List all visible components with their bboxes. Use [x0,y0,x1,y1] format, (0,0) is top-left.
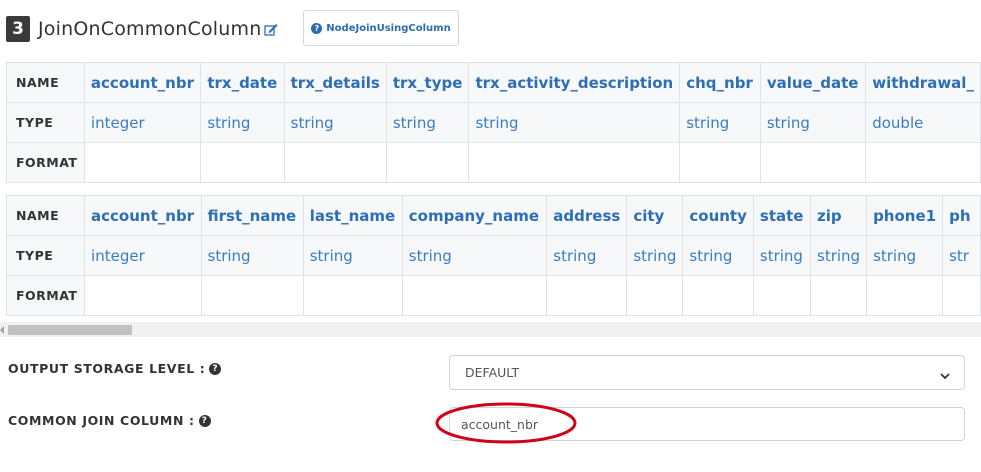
help-icon[interactable]: ? [209,362,222,375]
schema-table-right: NAME account_nbr first_name last_name compa… [6,195,981,316]
scroll-left-arrow-icon[interactable] [0,326,4,334]
column-format-cell[interactable] [83,142,202,183]
column-name-cell: value_date [759,62,867,103]
schema-table: NAME account_nbr first_name last_name compa… [6,195,981,316]
column-type-cell: string [283,102,387,143]
column-name-cell: withdrawal_ [865,62,981,103]
column-name-cell: ph [942,195,981,236]
column-type-cell: string [200,102,285,143]
name-row: NAME account_nbr first_name last_name compa… [6,195,981,236]
column-format-cell[interactable] [302,275,403,316]
column-name-cell: zip [809,195,868,236]
column-type-cell: string [866,235,944,276]
column-format-cell[interactable] [759,142,867,183]
edit-icon[interactable] [264,22,278,36]
column-format-cell[interactable] [866,275,944,316]
step-number-badge: 3 [6,16,30,42]
column-name-cell: county [682,195,754,236]
input-value: account_nbr [461,416,539,432]
column-type-cell: integer [83,102,202,143]
column-name-cell: first_name [200,195,304,236]
column-type-cell: string [679,102,761,143]
column-type-cell: string [546,235,628,276]
row-label-type: TYPE [6,235,86,276]
row-label-name: NAME [6,195,86,236]
schema-table-left: NAME account_nbr trx_date trx_details trx_t… [6,62,981,184]
name-row: NAME account_nbr trx_date trx_details trx_t… [6,62,981,103]
column-format-cell[interactable] [679,142,761,183]
column-type-cell: string [385,102,470,143]
format-row: FORMAT [6,275,981,316]
column-name-cell: address [546,195,628,236]
horizontal-scrollbar[interactable] [0,322,981,337]
column-type-cell: string [809,235,868,276]
column-format-cell[interactable] [546,275,628,316]
column-format-cell[interactable] [626,275,684,316]
column-format-cell[interactable] [942,275,981,316]
column-type-cell: str [942,235,981,276]
type-row: TYPE integer string string string string stri… [6,235,981,276]
chevron-down-icon [940,368,950,383]
column-name-cell: trx_date [200,62,285,103]
schema-table: NAME account_nbr trx_date trx_details trx_t… [6,62,981,183]
row-label-format: FORMAT [6,275,86,316]
column-format-cell[interactable] [283,142,387,183]
column-type-cell: string [401,235,548,276]
column-type-cell: string [302,235,403,276]
column-format-cell[interactable] [682,275,754,316]
column-format-cell[interactable] [468,142,681,183]
common-join-column-input[interactable]: account_nbr [449,407,965,441]
column-type-cell: string [752,235,812,276]
common-join-column-label: COMMON JOIN COLUMN : ? [8,413,211,428]
column-format-cell[interactable] [84,275,202,316]
output-storage-level-label: OUTPUT STORAGE LEVEL : ? [8,361,222,376]
format-row: FORMAT [6,142,981,183]
scroll-thumb[interactable] [8,325,132,335]
column-format-cell[interactable] [865,142,981,183]
type-row: TYPE integer string string string string stri… [6,102,981,143]
question-icon: ? [311,22,323,34]
column-type-cell: string [626,235,684,276]
column-name-cell: trx_activity_description [468,62,681,103]
column-type-cell: integer [84,235,202,276]
column-name-cell: account_nbr [84,195,202,236]
column-format-cell[interactable] [200,275,304,316]
row-label-format: FORMAT [6,142,85,183]
column-type-cell: double [865,102,981,143]
node-join-using-column-button[interactable]: ? NodeJoinUsingColumn [303,10,459,46]
column-name-cell: account_nbr [83,62,202,103]
column-name-cell: phone1 [866,195,944,236]
column-type-cell: string [468,102,681,143]
column-name-cell: company_name [401,195,548,236]
column-format-cell[interactable] [200,142,285,183]
column-name-cell: state [752,195,812,236]
column-name-cell: trx_details [283,62,387,103]
node-button-label: NodeJoinUsingColumn [326,22,451,34]
help-icon[interactable]: ? [198,414,211,427]
column-name-cell: last_name [302,195,403,236]
output-storage-level-select[interactable]: DEFAULT [449,355,965,390]
column-format-cell[interactable] [385,142,470,183]
column-type-cell: string [200,235,304,276]
column-format-cell[interactable] [401,275,548,316]
column-format-cell[interactable] [809,275,868,316]
node-header: 3 JoinOnCommonColumn [6,12,278,46]
column-format-cell[interactable] [752,275,812,316]
select-value: DEFAULT [465,365,520,380]
column-type-cell: string [759,102,867,143]
column-name-cell: city [626,195,684,236]
column-name-cell: chq_nbr [679,62,761,103]
column-name-cell: trx_type [385,62,470,103]
column-type-cell: string [682,235,754,276]
node-title: JoinOnCommonColumn [38,18,262,40]
row-label-name: NAME [6,62,85,103]
row-label-type: TYPE [6,102,85,143]
